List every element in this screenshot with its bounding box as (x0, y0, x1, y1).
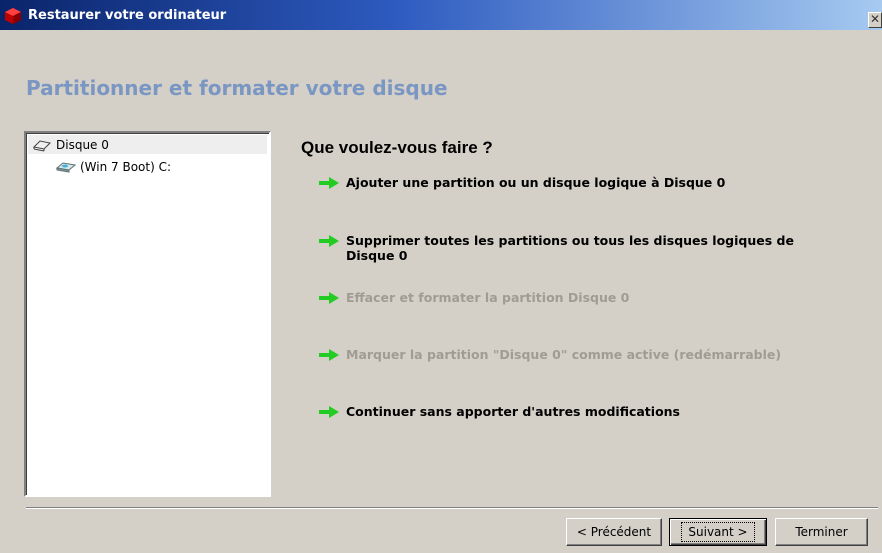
tree-item-label: Disque 0 (56, 137, 109, 152)
title-bar: Restaurer votre ordinateur ✕ (0, 0, 882, 30)
option-label: Ajouter une partition ou un disque logiq… (346, 175, 726, 190)
red-cube-app-icon (5, 8, 21, 24)
disk-icon (32, 139, 52, 151)
next-button-label: Suivant > (681, 522, 755, 542)
disk-tree[interactable]: Disque 0 (Win 7 Boot) C: (24, 131, 271, 497)
window-title: Restaurer votre ordinateur (28, 8, 227, 23)
page-title: Partitionner et formater votre disque (26, 76, 448, 100)
green-arrow-icon (319, 235, 339, 247)
question-heading: Que voulez-vous faire ? (301, 138, 493, 157)
option-delete-partitions[interactable]: Supprimer toutes les partitions ou tous … (318, 233, 846, 263)
option-mark-active: Marquer la partition "Disque 0" comme ac… (318, 347, 826, 362)
tree-item-disk-0[interactable]: Disque 0 (28, 135, 267, 154)
tree-item-partition-c[interactable]: (Win 7 Boot) C: (56, 157, 171, 176)
finish-button[interactable]: Terminer (775, 518, 868, 546)
tree-item-label: (Win 7 Boot) C: (80, 159, 172, 174)
option-label: Effacer et formater la partition Disque … (346, 290, 630, 305)
finish-button-label: Terminer (795, 525, 848, 539)
previous-button-label: < Précédent (576, 525, 652, 539)
green-arrow-icon (319, 406, 339, 418)
previous-button[interactable]: < Précédent (566, 518, 662, 546)
green-arrow-icon (319, 349, 339, 361)
option-label: Continuer sans apporter d'autres modific… (346, 404, 680, 419)
close-button[interactable]: ✕ (868, 12, 882, 28)
next-button[interactable]: Suivant > (669, 518, 767, 546)
green-arrow-icon (319, 177, 339, 189)
close-icon: ✕ (869, 12, 881, 26)
green-arrow-icon (319, 292, 339, 304)
footer-separator (26, 507, 878, 509)
option-label: Marquer la partition "Disque 0" comme ac… (346, 347, 782, 362)
option-continue[interactable]: Continuer sans apporter d'autres modific… (318, 404, 826, 419)
option-label: Supprimer toutes les partitions ou tous … (346, 233, 794, 263)
partition-icon (56, 161, 76, 173)
option-erase-format: Effacer et formater la partition Disque … (318, 290, 826, 305)
option-add-partition[interactable]: Ajouter une partition ou un disque logiq… (318, 175, 826, 190)
